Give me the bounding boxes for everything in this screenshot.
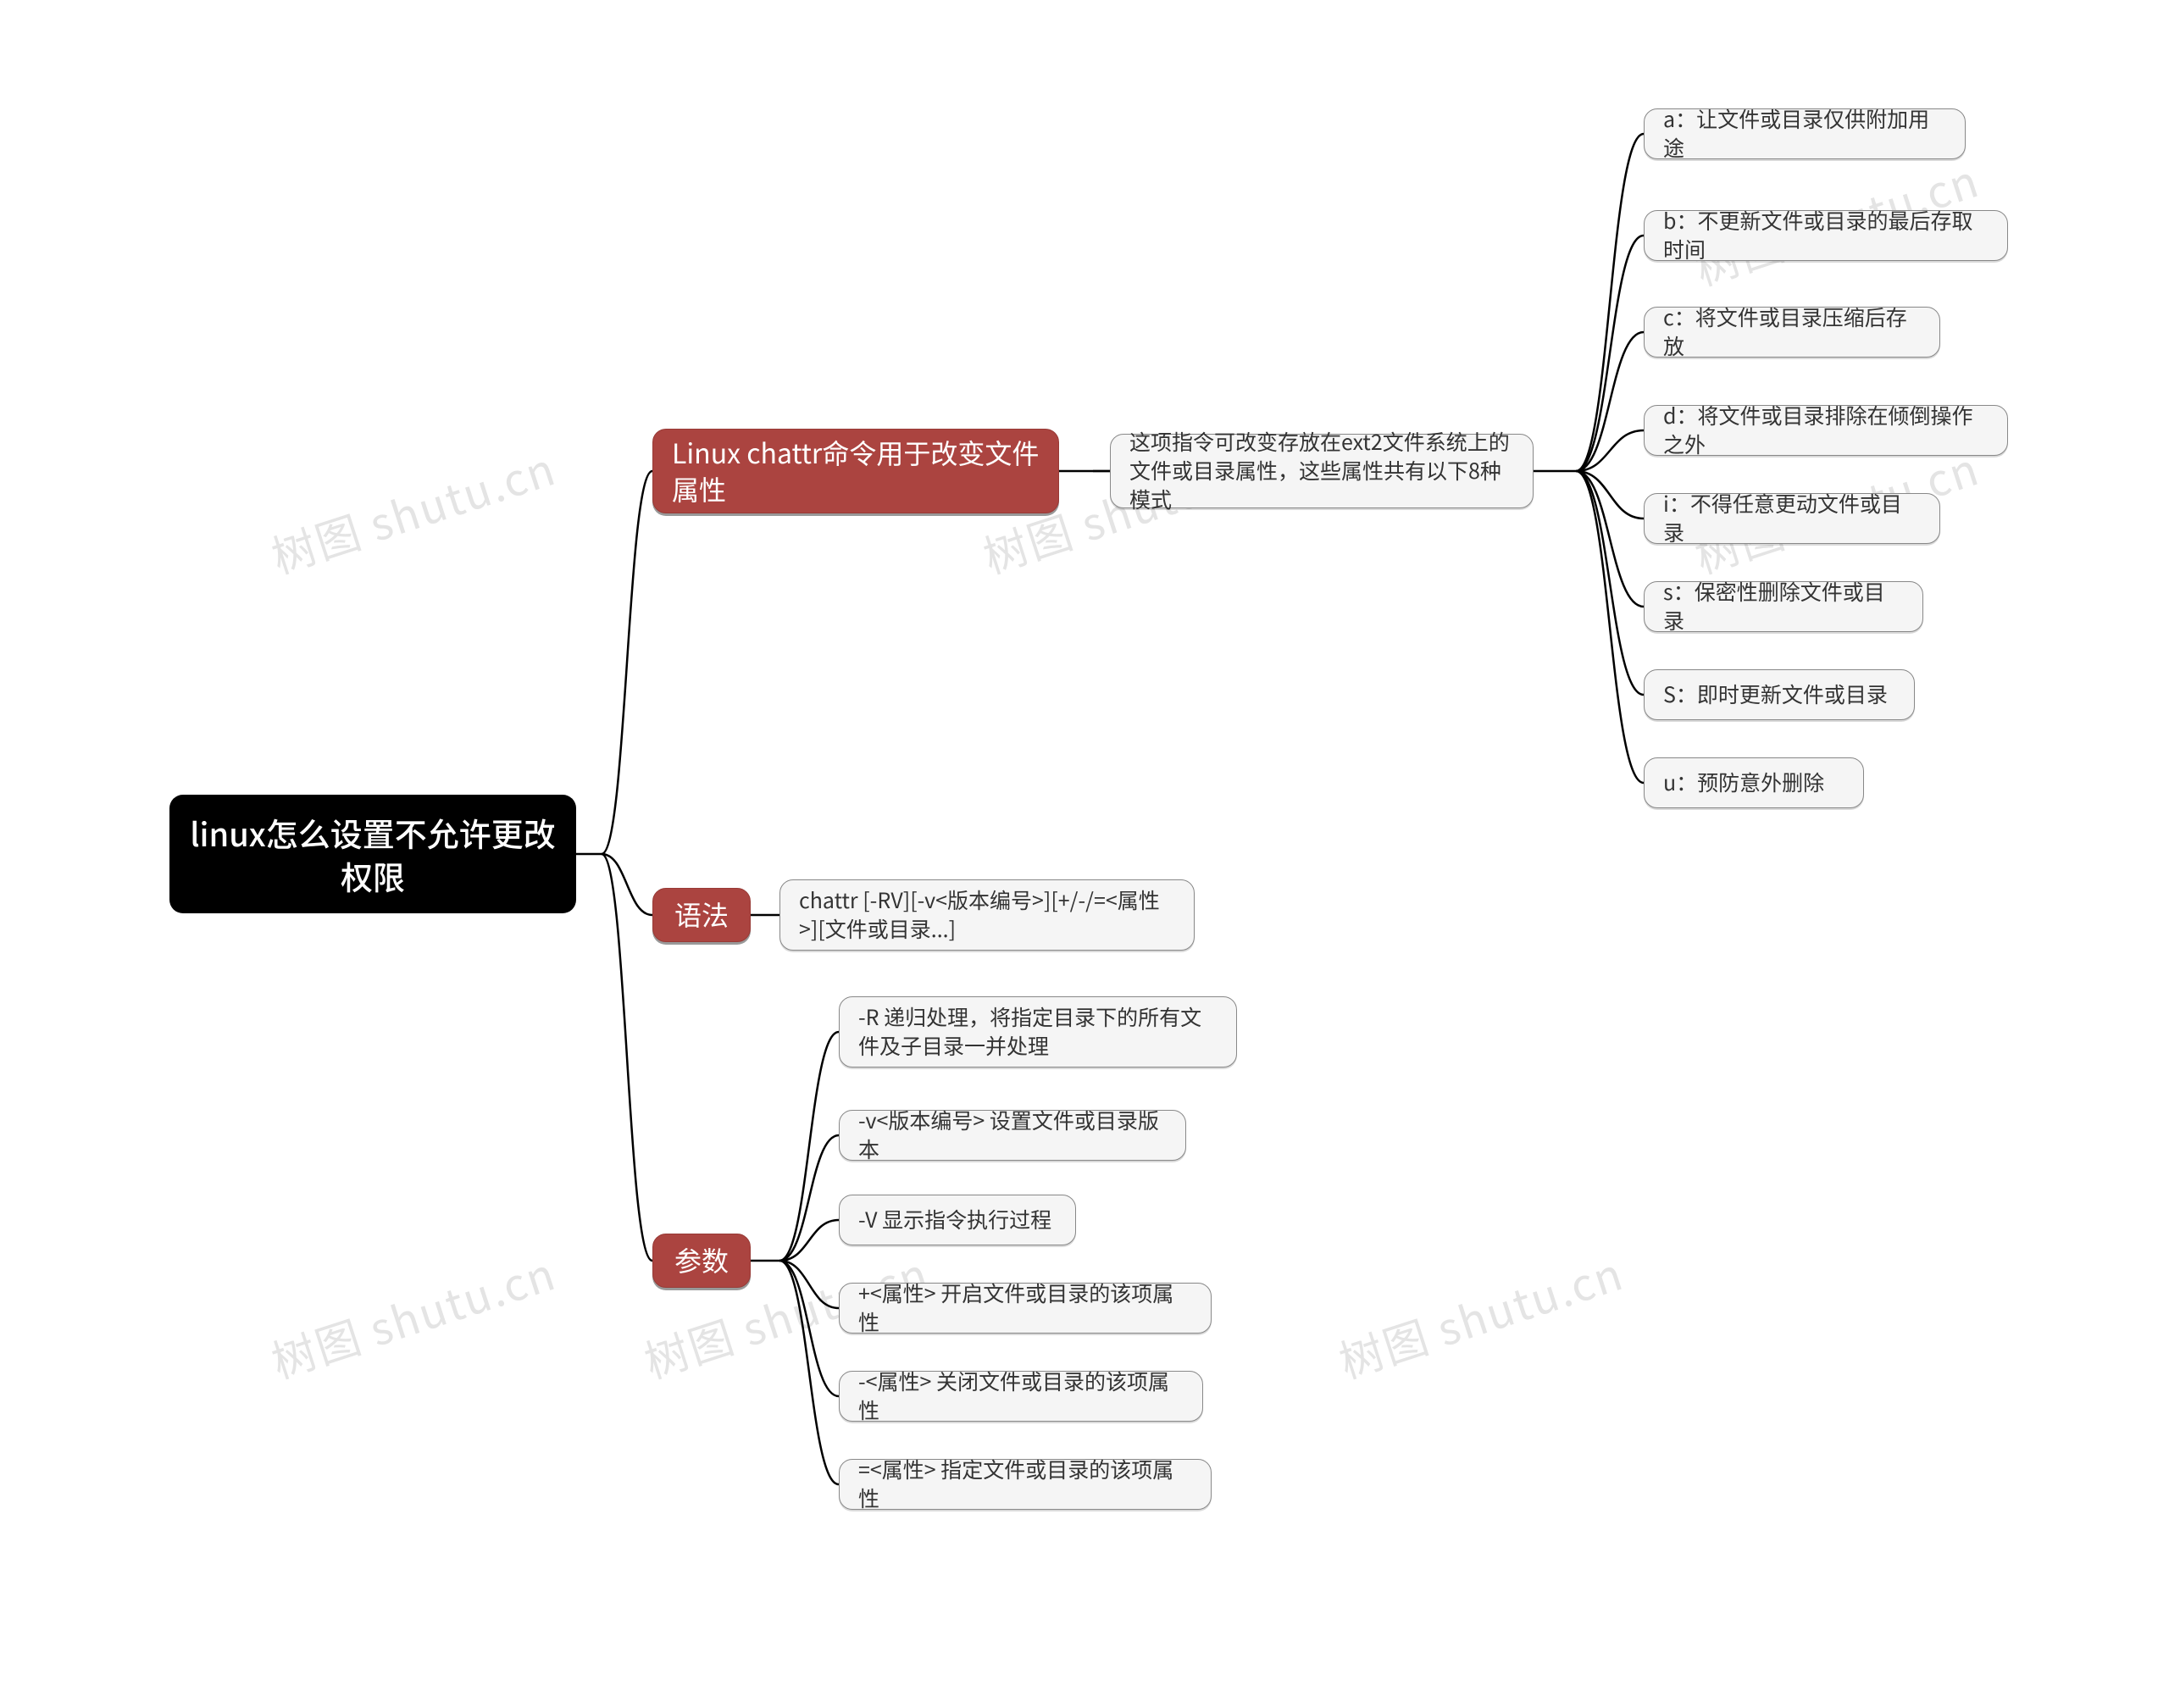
branch-chattr[interactable]: Linux chattr命令用于改变文件属性 [652,429,1059,513]
param-minus-text: -<属性> 关闭文件或目录的该项属性 [858,1367,1184,1425]
param-R-text: -R 递归处理，将指定目录下的所有文件及子目录一并处理 [858,1003,1218,1061]
root-title: linux怎么设置不允许更改权限 [188,811,558,898]
mode-a-text: a：让文件或目录仅供附加用途 [1663,105,1946,163]
branch-syntax-label: 语法 [674,896,729,933]
param-v: -v<版本编号> 设置文件或目录版本 [839,1110,1186,1161]
mode-b-text: b：不更新文件或目录的最后存取时间 [1663,207,1989,264]
mode-u-text: u：预防意外删除 [1663,768,1824,797]
chattr-note-text: 这项指令可改变存放在ext2文件系统上的文件或目录属性，这些属性共有以下8种模式 [1129,428,1514,513]
mode-d: d：将文件或目录排除在倾倒操作之外 [1644,405,2008,456]
param-eq-text: =<属性> 指定文件或目录的该项属性 [858,1456,1192,1513]
param-V-text: -V 显示指令执行过程 [858,1206,1051,1234]
branch-chattr-label: Linux chattr命令用于改变文件属性 [672,435,1040,507]
watermark: 树图 shutu.cn [1330,1239,1630,1390]
chattr-note: 这项指令可改变存放在ext2文件系统上的文件或目录属性，这些属性共有以下8种模式 [1110,434,1534,508]
mode-s-text: s：保密性删除文件或目录 [1663,578,1904,635]
param-plus: +<属性> 开启文件或目录的该项属性 [839,1283,1212,1334]
mode-a: a：让文件或目录仅供附加用途 [1644,108,1966,159]
syntax-text: chattr [-RV][-v<版本编号>][+/-/=<属性>][文件或目录.… [799,886,1175,944]
mode-s: s：保密性删除文件或目录 [1644,581,1923,632]
mode-u: u：预防意外删除 [1644,757,1864,808]
param-v-text: -v<版本编号> 设置文件或目录版本 [858,1106,1167,1164]
mode-i-text: i：不得任意更动文件或目录 [1663,490,1921,547]
watermark: 树图 shutu.cn [263,434,563,585]
branch-params[interactable]: 参数 [652,1234,751,1288]
param-minus: -<属性> 关闭文件或目录的该项属性 [839,1371,1203,1422]
branch-params-label: 参数 [674,1242,729,1278]
mode-b: b：不更新文件或目录的最后存取时间 [1644,210,2008,261]
watermark: 树图 shutu.cn [263,1239,563,1390]
root-node[interactable]: linux怎么设置不允许更改权限 [169,795,576,913]
param-V: -V 显示指令执行过程 [839,1195,1076,1245]
branch-syntax[interactable]: 语法 [652,888,751,942]
mode-S: S：即时更新文件或目录 [1644,669,1915,720]
param-plus-text: +<属性> 开启文件或目录的该项属性 [858,1279,1192,1337]
syntax-value: chattr [-RV][-v<版本编号>][+/-/=<属性>][文件或目录.… [779,879,1195,951]
param-R: -R 递归处理，将指定目录下的所有文件及子目录一并处理 [839,996,1237,1068]
mode-d-text: d：将文件或目录排除在倾倒操作之外 [1663,402,1989,459]
mode-S-text: S：即时更新文件或目录 [1663,680,1888,709]
mode-c-text: c：将文件或目录压缩后存放 [1663,303,1921,361]
mode-c: c：将文件或目录压缩后存放 [1644,307,1940,358]
mode-i: i：不得任意更动文件或目录 [1644,493,1940,544]
param-eq: =<属性> 指定文件或目录的该项属性 [839,1459,1212,1510]
